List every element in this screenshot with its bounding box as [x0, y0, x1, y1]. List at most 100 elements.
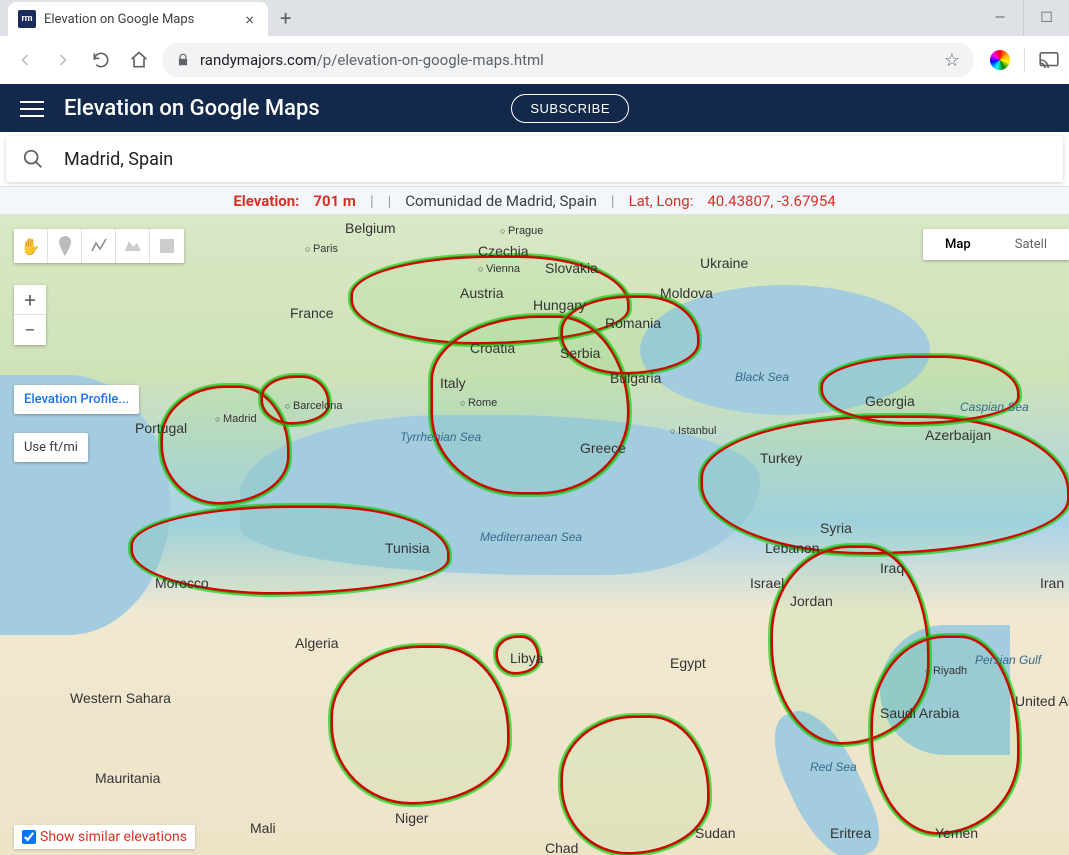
page-title: Elevation on Google Maps	[64, 96, 320, 121]
show-similar-checkbox[interactable]: Show similar elevations	[14, 825, 195, 849]
extension-icon[interactable]	[990, 50, 1010, 70]
shape-tool-icon[interactable]	[116, 229, 150, 263]
latlong-label: Lat, Long:	[629, 192, 694, 210]
label-slovakia: Slovakia	[545, 260, 598, 276]
map-tools: ✋	[14, 229, 184, 263]
contour-sahara2	[560, 715, 710, 855]
label-hungary: Hungary	[533, 297, 586, 313]
subscribe-button[interactable]: SUBSCRIBE	[511, 94, 629, 123]
rect-tool-icon[interactable]	[150, 229, 184, 263]
divider: |	[370, 192, 374, 210]
maximize-button[interactable]: ☐	[1023, 0, 1069, 36]
show-similar-input[interactable]	[22, 830, 36, 844]
label-wsahara: Western Sahara	[70, 690, 171, 706]
label-sudan: Sudan	[695, 825, 735, 841]
bookmark-icon[interactable]: ☆	[944, 50, 960, 71]
info-bar: Elevation: 701 m | | Comunidad de Madrid…	[0, 187, 1069, 215]
contour-caucasus	[820, 355, 1020, 425]
label-eritrea: Eritrea	[830, 825, 871, 841]
tab-strip: rm Elevation on Google Maps × + — ☐	[0, 0, 1069, 36]
label-france: France	[290, 305, 334, 321]
favicon: rm	[18, 10, 36, 28]
label-libya: Libya	[510, 650, 543, 666]
close-tab-icon[interactable]: ×	[241, 10, 258, 29]
label-turkey: Turkey	[760, 450, 802, 466]
zoom-out-button[interactable]: −	[14, 315, 46, 345]
tab-title: Elevation on Google Maps	[44, 12, 241, 27]
browser-tab[interactable]: rm Elevation on Google Maps ×	[8, 2, 268, 36]
app-header: Elevation on Google Maps SUBSCRIBE	[0, 84, 1069, 132]
label-vienna: Vienna	[478, 263, 520, 275]
toolbar: randymajors.com/p/elevation-on-google-ma…	[0, 36, 1069, 84]
label-niger: Niger	[395, 810, 428, 826]
label-mediterranean: Mediterranean Sea	[480, 530, 582, 544]
lock-icon	[176, 53, 190, 67]
label-lebanon: Lebanon	[765, 540, 820, 556]
label-paris: Paris	[305, 243, 338, 255]
label-israel: Israel	[750, 575, 784, 591]
divider	[1024, 48, 1025, 72]
label-greece: Greece	[580, 440, 626, 456]
divider: |	[388, 192, 392, 210]
show-similar-label[interactable]: Show similar elevations	[40, 829, 187, 845]
label-azerbaijan: Azerbaijan	[925, 427, 991, 443]
pan-tool-icon[interactable]: ✋	[14, 229, 48, 263]
label-italy: Italy	[440, 375, 466, 391]
latlong-value: 40.43807, -3.67954	[707, 192, 835, 210]
new-tab-button[interactable]: +	[268, 6, 303, 30]
label-blacksea: Black Sea	[735, 370, 789, 384]
map-type-map[interactable]: Map	[923, 229, 993, 260]
search-box[interactable]	[6, 136, 1063, 182]
marker-tool-icon[interactable]	[48, 229, 82, 263]
forward-button[interactable]	[48, 45, 78, 75]
url-text: randymajors.com/p/elevation-on-google-ma…	[200, 51, 544, 69]
cast-icon[interactable]	[1039, 52, 1059, 68]
line-tool-icon[interactable]	[82, 229, 116, 263]
label-madrid: Madrid	[215, 413, 257, 425]
label-riyadh: Riyadh	[925, 665, 967, 677]
label-iraq: Iraq	[880, 560, 904, 576]
label-istanbul: Istanbul	[670, 425, 716, 437]
label-mali: Mali	[250, 820, 276, 836]
contour-anatolia	[700, 415, 1069, 555]
label-tyrrhenian: Tyrrhenian Sea	[400, 430, 481, 444]
units-toggle-button[interactable]: Use ft/mi	[14, 433, 88, 462]
label-jordan: Jordan	[790, 593, 833, 609]
label-prague: Prague	[500, 225, 543, 237]
label-syria: Syria	[820, 520, 852, 536]
elevation-label: Elevation:	[233, 192, 299, 210]
label-ukraine: Ukraine	[700, 255, 748, 271]
elevation-profile-button[interactable]: Elevation Profile...	[14, 385, 139, 414]
label-caspian: Caspian Sea	[960, 400, 1029, 414]
label-mauritania: Mauritania	[95, 770, 160, 786]
menu-icon[interactable]	[20, 96, 44, 120]
reload-button[interactable]	[86, 45, 116, 75]
elevation-value: 701 m	[313, 192, 356, 210]
label-georgia: Georgia	[865, 393, 915, 409]
divider: |	[611, 192, 615, 210]
label-croatia: Croatia	[470, 340, 515, 356]
zoom-in-button[interactable]: +	[14, 285, 46, 315]
label-belgium: Belgium	[345, 220, 396, 236]
label-barcelona: Barcelona	[285, 400, 342, 412]
map-type-satellite[interactable]: Satell	[993, 229, 1069, 260]
label-romania: Romania	[605, 315, 661, 331]
label-algeria: Algeria	[295, 635, 339, 651]
map-canvas[interactable]: France Portugal Madrid Barcelona Italy R…	[0, 215, 1069, 855]
search-input[interactable]	[64, 149, 1047, 170]
label-czechia: Czechia	[478, 243, 529, 259]
address-bar[interactable]: randymajors.com/p/elevation-on-google-ma…	[162, 43, 974, 77]
label-saudi: Saudi Arabia	[880, 705, 959, 721]
browser-chrome: rm Elevation on Google Maps × + — ☐ rand…	[0, 0, 1069, 84]
map-type-switch: Map Satell	[923, 229, 1069, 260]
back-button[interactable]	[10, 45, 40, 75]
label-iran: Iran	[1040, 575, 1064, 591]
window-controls: — ☐	[977, 0, 1069, 36]
zoom-controls: + −	[14, 285, 46, 345]
label-rome: Rome	[460, 397, 497, 409]
label-tunisia: Tunisia	[385, 540, 430, 556]
minimize-button[interactable]: —	[977, 0, 1023, 36]
home-button[interactable]	[124, 45, 154, 75]
label-moldova: Moldova	[660, 285, 713, 301]
label-bulgaria: Bulgaria	[610, 370, 661, 386]
